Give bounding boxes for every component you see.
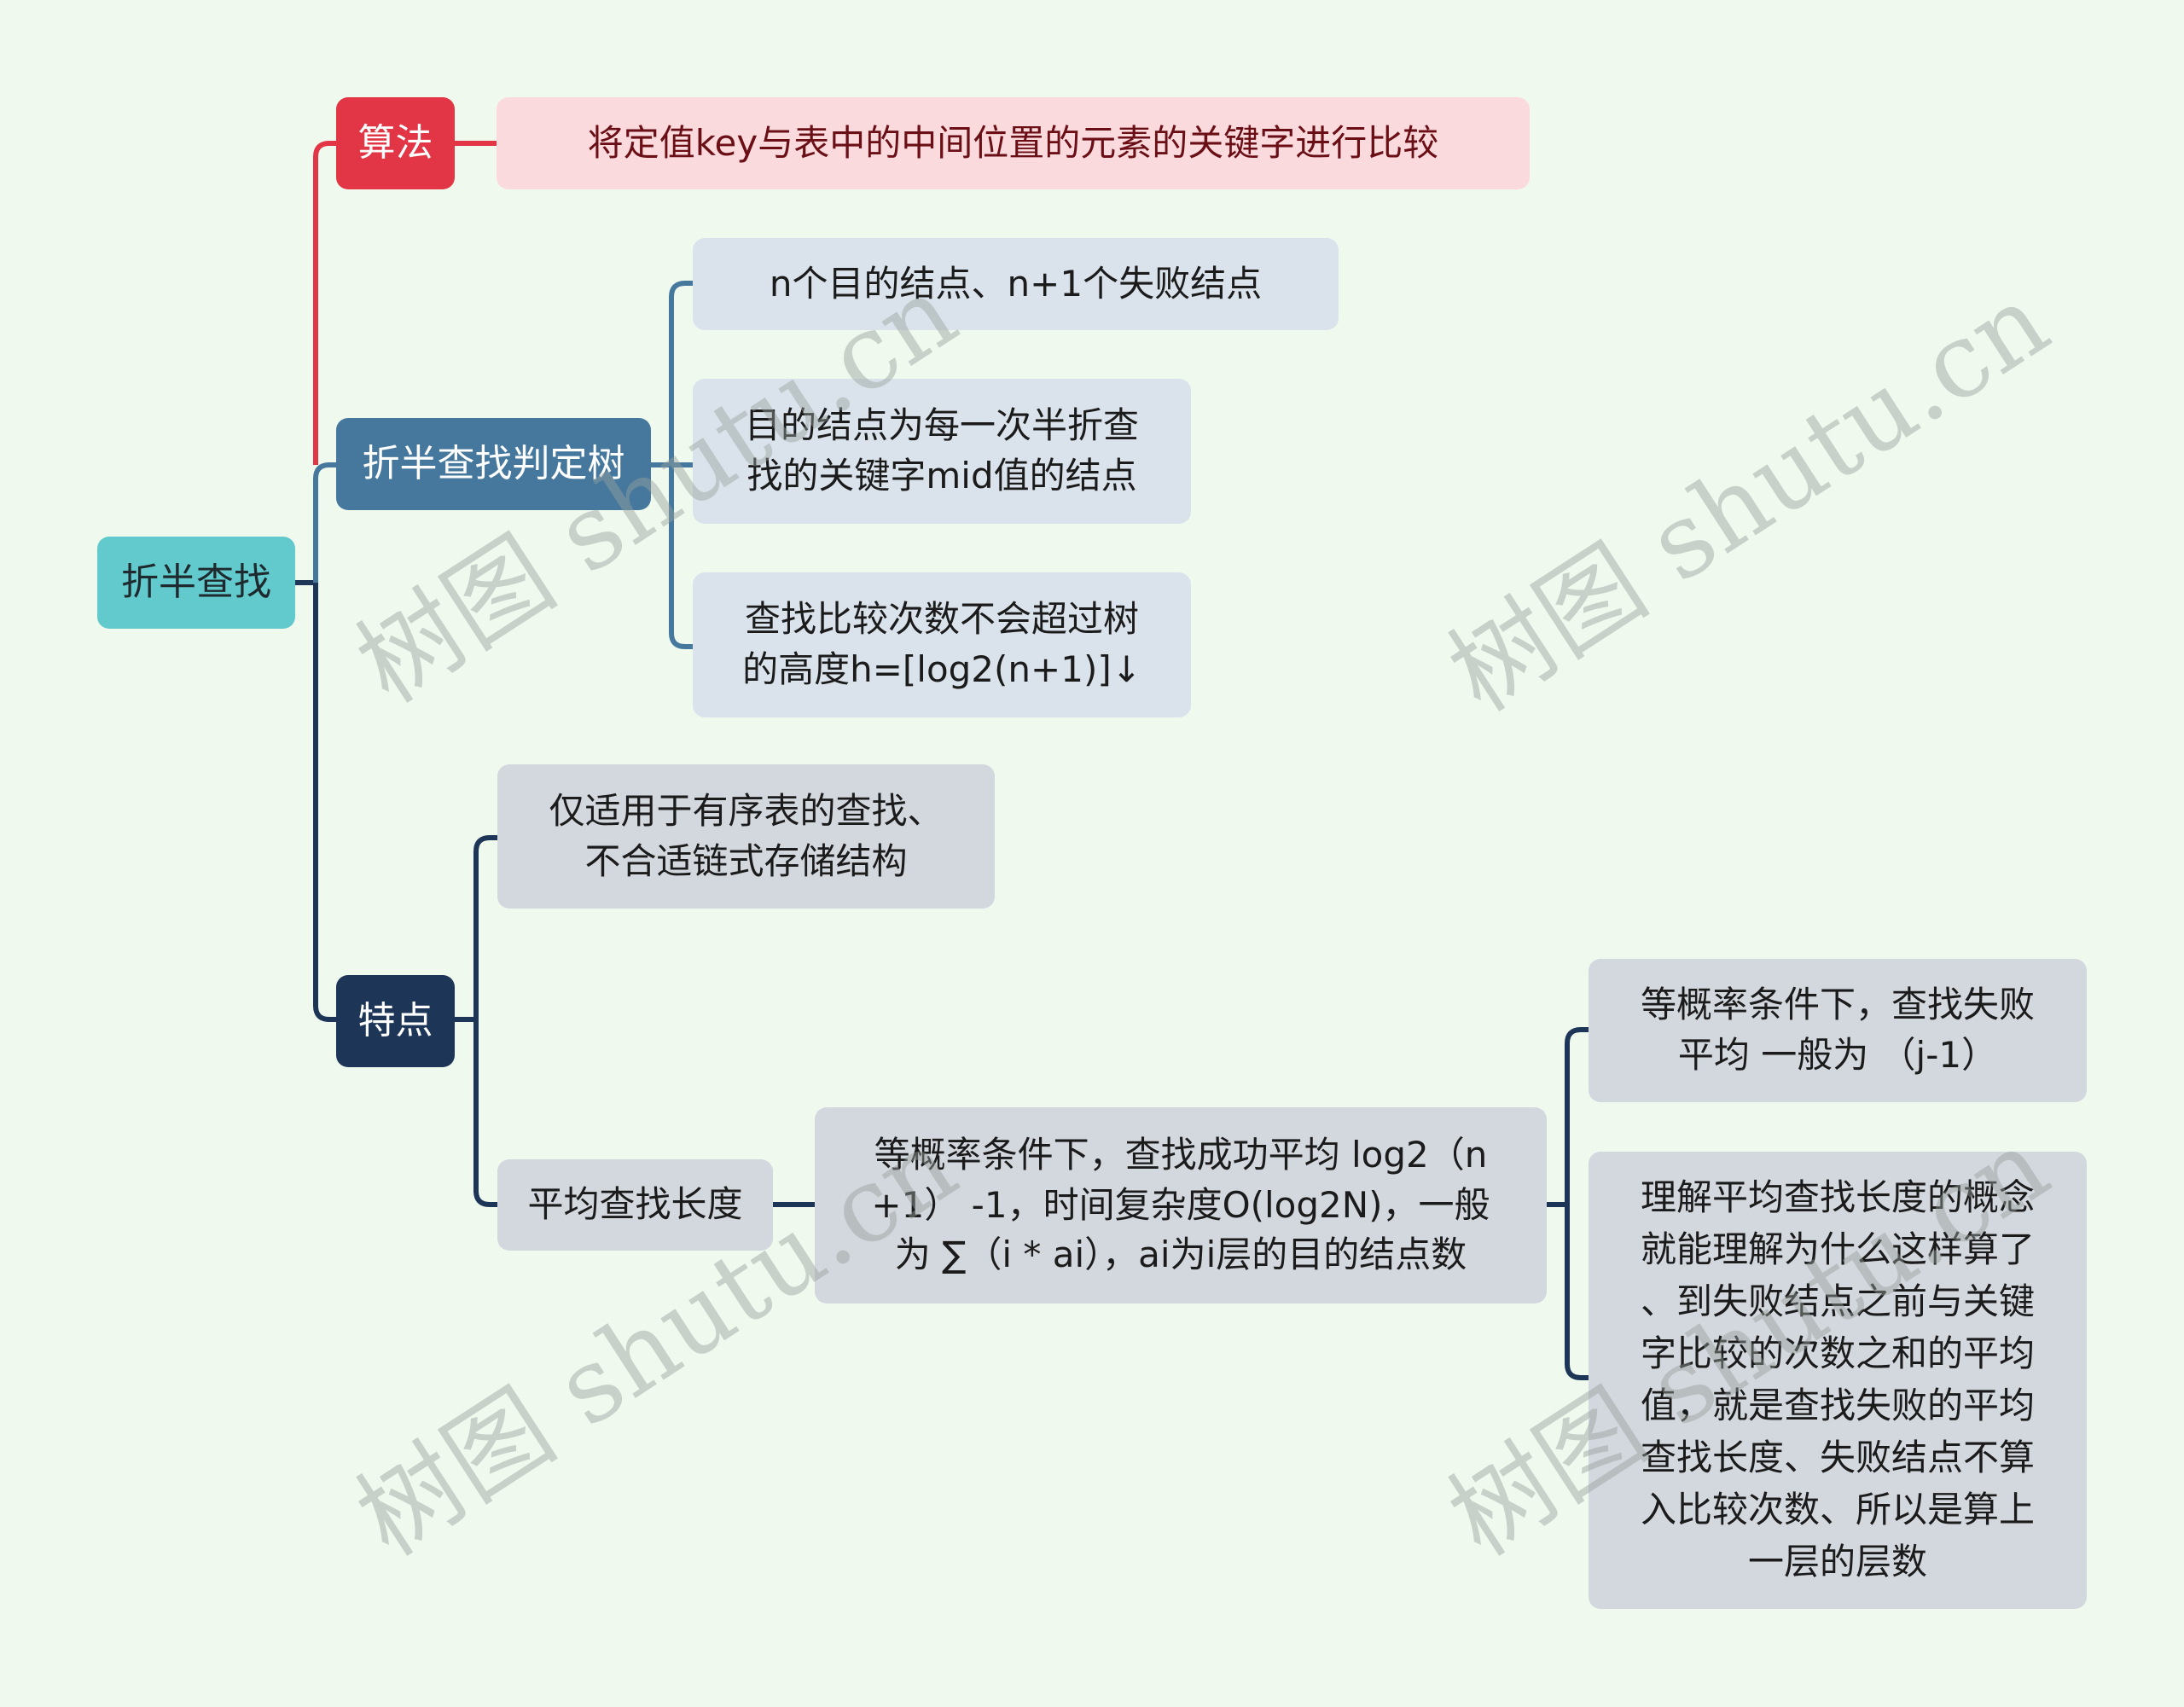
link-decision-tree-bracket xyxy=(651,281,693,649)
branch-algorithm[interactable]: 算法 xyxy=(336,97,455,189)
features-average-search-length[interactable]: 平均查找长度 xyxy=(497,1159,773,1251)
branch-features[interactable]: 特点 xyxy=(336,975,455,1067)
link-trunk-decision-tree xyxy=(313,462,336,583)
algorithm-description[interactable]: 将定值key与表中的中间位置的元素的关键字进行比较 xyxy=(497,97,1530,189)
decision-tree-height[interactable]: 查找比较次数不会超过树 的高度h=[log2(n+1)]↓ xyxy=(693,572,1191,717)
asl-success-detail[interactable]: 等概率条件下，查找成功平均 log2（n +1） -1，时间复杂度O(log2N… xyxy=(815,1107,1547,1303)
decision-tree-node-count[interactable]: n个目的结点、n+1个失败结点 xyxy=(693,238,1339,330)
decision-tree-target-node[interactable]: 目的结点为每一次半折查 找的关键字mid值的结点 xyxy=(693,379,1191,524)
root-node[interactable]: 折半查找 xyxy=(97,537,295,629)
features-applicability[interactable]: 仅适用于有序表的查找、 不合适链式存储结构 xyxy=(497,764,995,909)
link-trunk-features xyxy=(313,583,336,1022)
link-features-bracket xyxy=(455,835,497,1207)
asl-failure-average[interactable]: 等概率条件下，查找失败 平均 一般为 （j-1） xyxy=(1589,959,2087,1102)
link-trunk-algorithm xyxy=(313,141,336,465)
link-detail-bracket xyxy=(1547,1027,1589,1380)
asl-understanding-note[interactable]: 理解平均查找长度的概念 就能理解为什么这样算了 、到失败结点之前与关键 字比较的… xyxy=(1589,1152,2087,1609)
branch-decision-tree[interactable]: 折半查找判定树 xyxy=(336,418,651,510)
